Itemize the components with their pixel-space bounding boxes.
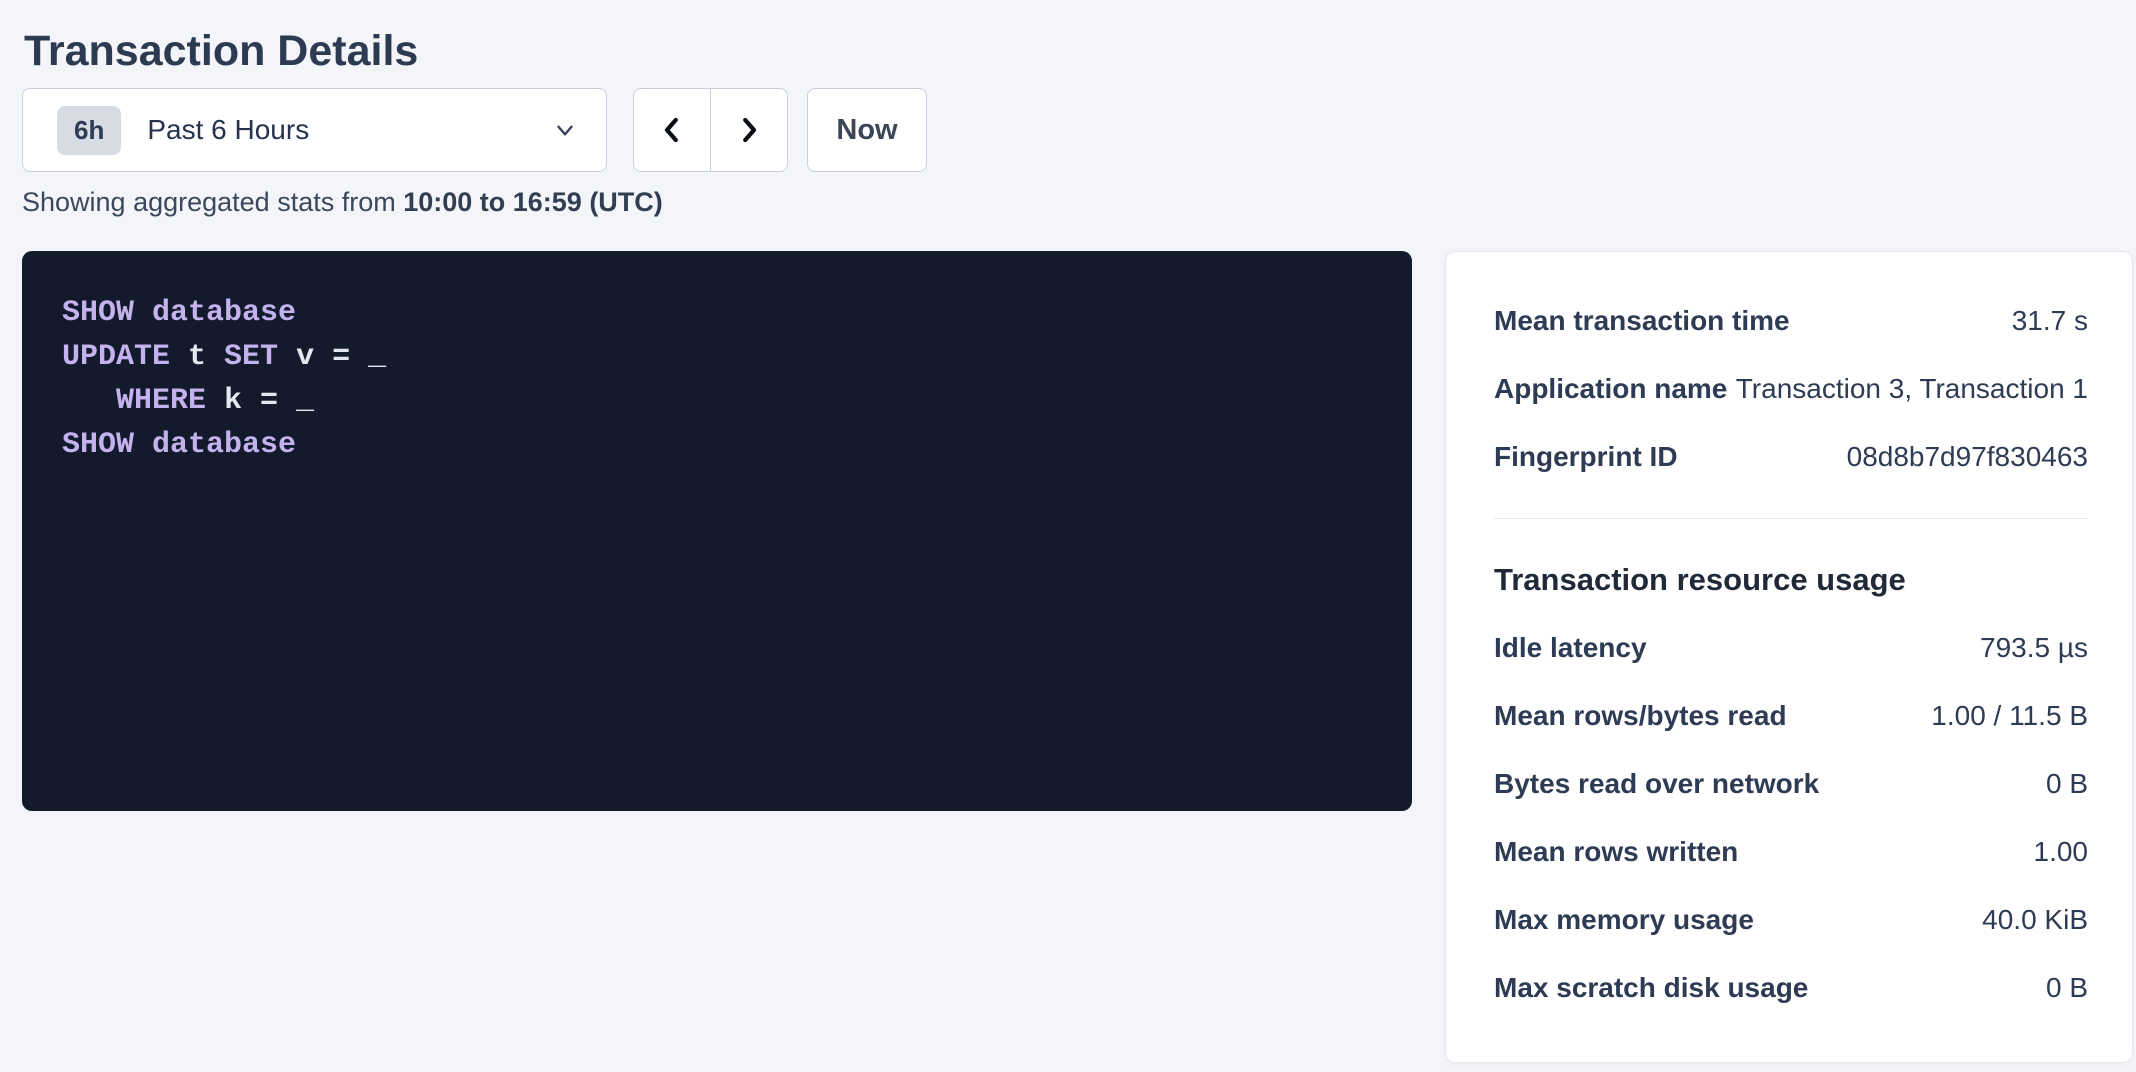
stat-label: Mean transaction time	[1494, 305, 1790, 337]
stat-value: 0 B	[2046, 768, 2088, 800]
time-step-button-group	[633, 88, 788, 172]
sql-statement-box: SHOW databaseUPDATE t SET v = _ WHERE k …	[22, 251, 1412, 811]
stat-value: 0 B	[2046, 972, 2088, 1004]
stat-value: 40.0 KiB	[1982, 904, 2088, 936]
stat-row: Max memory usage 40.0 KiB	[1494, 886, 2088, 954]
main-content: SHOW databaseUPDATE t SET v = _ WHERE k …	[22, 251, 2136, 1063]
chevron-left-icon	[657, 115, 687, 145]
caption-time-range: 10:00 to 16:59 (UTC)	[403, 187, 663, 217]
now-button[interactable]: Now	[807, 88, 927, 172]
resource-rows: Idle latency 793.5 µs Mean rows/bytes read…	[1494, 614, 2088, 1022]
sql-line: SHOW database	[62, 423, 1372, 467]
chevron-right-icon	[734, 115, 764, 145]
prev-time-button[interactable]	[633, 88, 711, 172]
sql-line: WHERE k = _	[62, 379, 1372, 423]
time-range-label: Past 6 Hours	[147, 114, 552, 146]
stat-row: Mean rows/bytes read 1.00 / 11.5 B	[1494, 682, 2088, 750]
stat-label: Idle latency	[1494, 632, 1647, 664]
stat-label: Max memory usage	[1494, 904, 1754, 936]
details-card: Mean transaction time 31.7 s Application n…	[1445, 251, 2133, 1063]
time-range-select[interactable]: 6h Past 6 Hours	[22, 88, 607, 172]
stat-value: Transaction 3, Transaction 1	[1736, 373, 2088, 405]
stat-row: Mean rows written 1.00	[1494, 818, 2088, 886]
time-controls: 6h Past 6 Hours Now	[22, 88, 2136, 172]
stat-value: 1.00	[2034, 836, 2089, 868]
stat-row: Application name Transaction 3, Transacti…	[1494, 355, 2088, 423]
sql-line: SHOW database	[62, 291, 1372, 335]
chevron-down-icon	[552, 117, 578, 143]
stat-row: Mean transaction time 31.7 s	[1494, 287, 2088, 355]
stat-value: 31.7 s	[2012, 305, 2088, 337]
sql-line: UPDATE t SET v = _	[62, 335, 1372, 379]
stat-label: Mean rows/bytes read	[1494, 700, 1787, 732]
page-title: Transaction Details	[24, 26, 2136, 76]
stat-label: Mean rows written	[1494, 836, 1738, 868]
stat-row: Bytes read over network 0 B	[1494, 750, 2088, 818]
next-time-button[interactable]	[710, 88, 788, 172]
transaction-details-page: Transaction Details 6h Past 6 Hours Now …	[0, 0, 2136, 1063]
card-divider	[1494, 518, 2088, 519]
stat-label: Max scratch disk usage	[1494, 972, 1808, 1004]
resource-usage-heading: Transaction resource usage	[1494, 546, 2088, 614]
stat-row: Idle latency 793.5 µs	[1494, 614, 2088, 682]
stat-label: Fingerprint ID	[1494, 441, 1678, 473]
summary-rows: Mean transaction time 31.7 s Application n…	[1494, 287, 2088, 491]
stat-row: Fingerprint ID 08d8b7d97f830463	[1494, 423, 2088, 491]
stat-label: Application name	[1494, 373, 1727, 405]
stats-caption: Showing aggregated stats from 10:00 to 1…	[22, 186, 2136, 218]
caption-text: Showing aggregated stats from	[22, 187, 403, 217]
stat-row: Max scratch disk usage 0 B	[1494, 954, 2088, 1022]
stat-value: 08d8b7d97f830463	[1847, 441, 2088, 473]
stat-value: 1.00 / 11.5 B	[1931, 700, 2088, 732]
stat-value: 793.5 µs	[1980, 632, 2088, 664]
stat-label: Bytes read over network	[1494, 768, 1819, 800]
time-range-badge: 6h	[57, 106, 121, 155]
